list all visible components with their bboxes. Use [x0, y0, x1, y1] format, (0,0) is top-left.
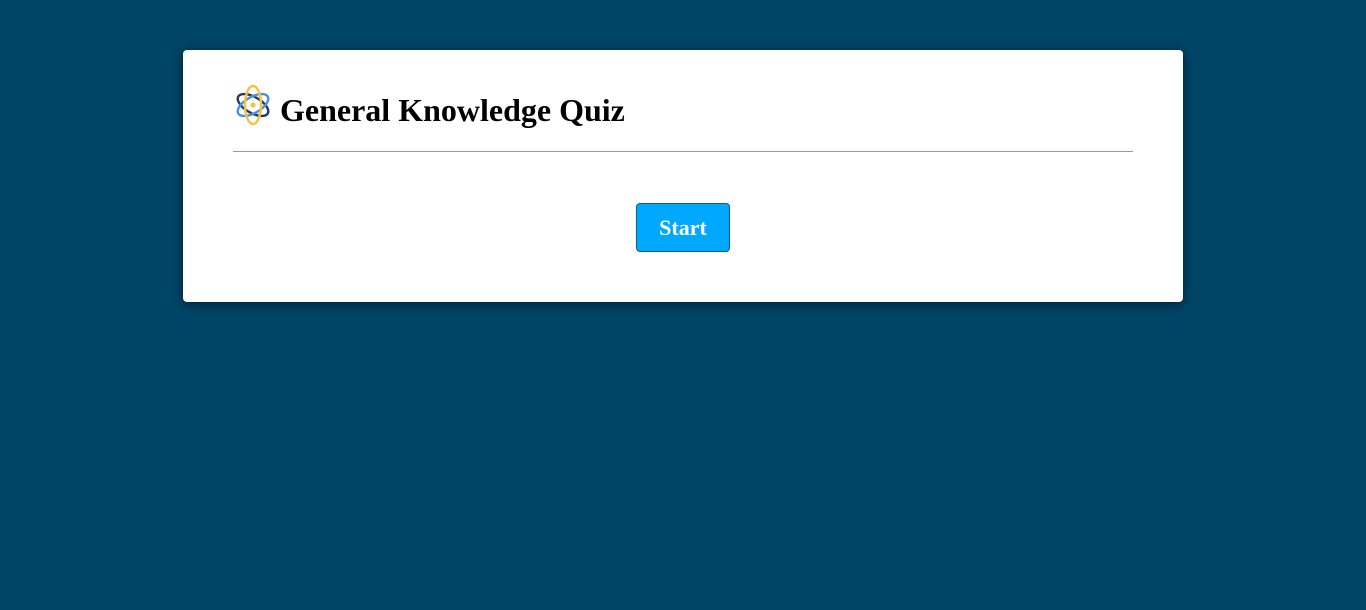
atom-icon	[236, 84, 270, 126]
quiz-header: General Knowledge Quiz	[233, 80, 625, 130]
quiz-card: General Knowledge Quiz Start	[183, 50, 1183, 302]
start-button[interactable]: Start	[636, 203, 730, 252]
page-title: General Knowledge Quiz	[280, 92, 625, 128]
header-divider	[233, 151, 1133, 152]
